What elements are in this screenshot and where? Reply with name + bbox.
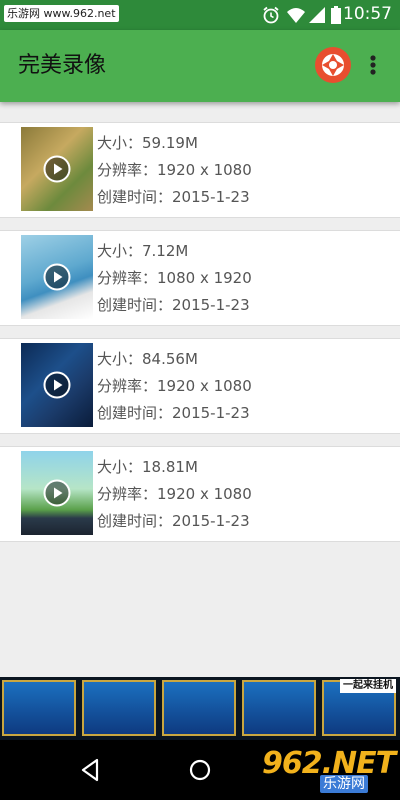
video-size: 大小：7.12M <box>97 242 189 260</box>
video-item[interactable]: 大小：18.81M 分辨率：1920 x 1080 创建时间：2015-1-23 <box>0 446 400 542</box>
camera-shutter-icon <box>322 54 344 76</box>
more-options-button[interactable] <box>360 50 386 80</box>
app-bar: 完美录像 <box>0 30 400 102</box>
home-icon[interactable] <box>188 757 212 783</box>
ad-banner[interactable]: 一起来挂机 <box>0 677 400 740</box>
video-list: 大小：59.19M 分辨率：1920 x 1080 创建时间：2015-1-23… <box>0 122 400 554</box>
site-logo: 962.NET 乐游网 <box>262 745 398 797</box>
video-created-time: 创建时间：2015-1-23 <box>97 404 250 422</box>
battery-icon <box>331 6 341 24</box>
video-item[interactable]: 大小：7.12M 分辨率：1080 x 1920 创建时间：2015-1-23 <box>0 230 400 326</box>
status-bar: 乐游网 www.962.net 10:57 <box>0 0 400 30</box>
video-size: 大小：59.19M <box>97 134 198 152</box>
video-info: 大小：84.56M 分辨率：1920 x 1080 创建时间：2015-1-23 <box>97 346 252 427</box>
video-resolution: 分辨率：1920 x 1080 <box>97 485 252 503</box>
ad-text: 一起来挂机 <box>340 679 396 693</box>
video-info: 大小：59.19M 分辨率：1920 x 1080 创建时间：2015-1-23 <box>97 130 252 211</box>
more-vert-icon <box>370 55 376 75</box>
video-created-time: 创建时间：2015-1-23 <box>97 512 250 530</box>
video-created-time: 创建时间：2015-1-23 <box>97 296 250 314</box>
video-thumbnail <box>21 127 93 211</box>
play-icon <box>43 371 71 399</box>
signal-icon <box>309 7 325 23</box>
back-icon[interactable] <box>78 757 102 783</box>
ad-tile <box>242 680 316 736</box>
play-icon <box>43 479 71 507</box>
video-resolution: 分辨率：1920 x 1080 <box>97 161 252 179</box>
ad-tile <box>2 680 76 736</box>
video-item[interactable]: 大小：59.19M 分辨率：1920 x 1080 创建时间：2015-1-23 <box>0 122 400 218</box>
watermark: 乐游网 www.962.net <box>4 5 119 22</box>
app-title: 完美录像 <box>18 53 107 78</box>
ad-tile <box>82 680 156 736</box>
video-info: 大小：7.12M 分辨率：1080 x 1920 创建时间：2015-1-23 <box>97 238 252 319</box>
record-button[interactable] <box>315 47 351 83</box>
play-icon <box>43 263 71 291</box>
wifi-icon <box>287 8 305 23</box>
video-thumbnail <box>21 343 93 427</box>
video-thumbnail <box>21 451 93 535</box>
video-info: 大小：18.81M 分辨率：1920 x 1080 创建时间：2015-1-23 <box>97 454 252 535</box>
clock: 10:57 <box>343 4 392 24</box>
video-resolution: 分辨率：1920 x 1080 <box>97 377 252 395</box>
video-item[interactable]: 大小：84.56M 分辨率：1920 x 1080 创建时间：2015-1-23 <box>0 338 400 434</box>
video-resolution: 分辨率：1080 x 1920 <box>97 269 252 287</box>
alarm-icon <box>263 6 279 24</box>
video-thumbnail <box>21 235 93 319</box>
ad-tile <box>162 680 236 736</box>
play-icon <box>43 155 71 183</box>
logo-name: 乐游网 <box>320 775 368 793</box>
video-size: 大小：84.56M <box>97 350 198 368</box>
video-created-time: 创建时间：2015-1-23 <box>97 188 250 206</box>
video-size: 大小：18.81M <box>97 458 198 476</box>
